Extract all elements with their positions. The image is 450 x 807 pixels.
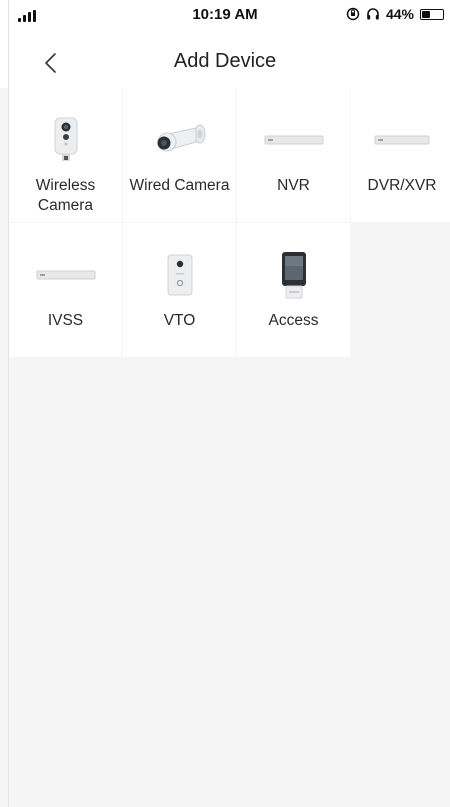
headphones-icon bbox=[367, 8, 379, 20]
add-device-screen: 10:19 AM 44% Add Device Wireless Camera … bbox=[0, 0, 450, 807]
page-title: Add Device bbox=[173, 50, 277, 72]
device-tile-access[interactable]: Access bbox=[237, 223, 350, 357]
device-label: DVR/XVR bbox=[367, 177, 437, 194]
access-control-icon bbox=[281, 252, 306, 299]
status-bar: 10:19 AM 44% bbox=[0, 0, 450, 38]
device-label: Wireless Camera bbox=[35, 177, 96, 214]
device-label: IVSS bbox=[47, 312, 84, 329]
device-label: Access bbox=[268, 312, 319, 329]
orientation-lock-icon bbox=[346, 7, 360, 21]
ivss-recorder-icon bbox=[36, 270, 95, 280]
device-tile-wireless-camera[interactable]: Wireless Camera bbox=[9, 88, 122, 222]
device-tile-vto[interactable]: VTO bbox=[123, 223, 236, 357]
battery-percent: 44% bbox=[385, 6, 414, 22]
device-label: VTO bbox=[163, 312, 196, 329]
device-tile-nvr[interactable]: NVR bbox=[237, 88, 350, 222]
device-label: Wired Camera bbox=[129, 177, 230, 194]
wireless-camera-icon bbox=[54, 117, 77, 161]
battery-fill bbox=[422, 10, 430, 18]
device-tile-wired-camera[interactable]: Wired Camera bbox=[123, 88, 236, 222]
device-type-grid: Wireless Camera Wired Camera NVR DVR/XVR… bbox=[9, 88, 450, 357]
device-tile-dvr-xvr[interactable]: DVR/XVR bbox=[351, 88, 450, 222]
dvr-recorder-icon bbox=[374, 135, 430, 145]
nvr-recorder-icon bbox=[264, 135, 323, 145]
bullet-camera-icon bbox=[157, 124, 205, 152]
device-label: NVR bbox=[277, 177, 310, 194]
navigation-bar: Add Device bbox=[0, 38, 450, 88]
door-station-icon bbox=[167, 254, 192, 296]
device-tile-ivss[interactable]: IVSS bbox=[9, 223, 122, 357]
battery-icon bbox=[420, 8, 444, 20]
status-right-group: 44% bbox=[346, 6, 444, 22]
